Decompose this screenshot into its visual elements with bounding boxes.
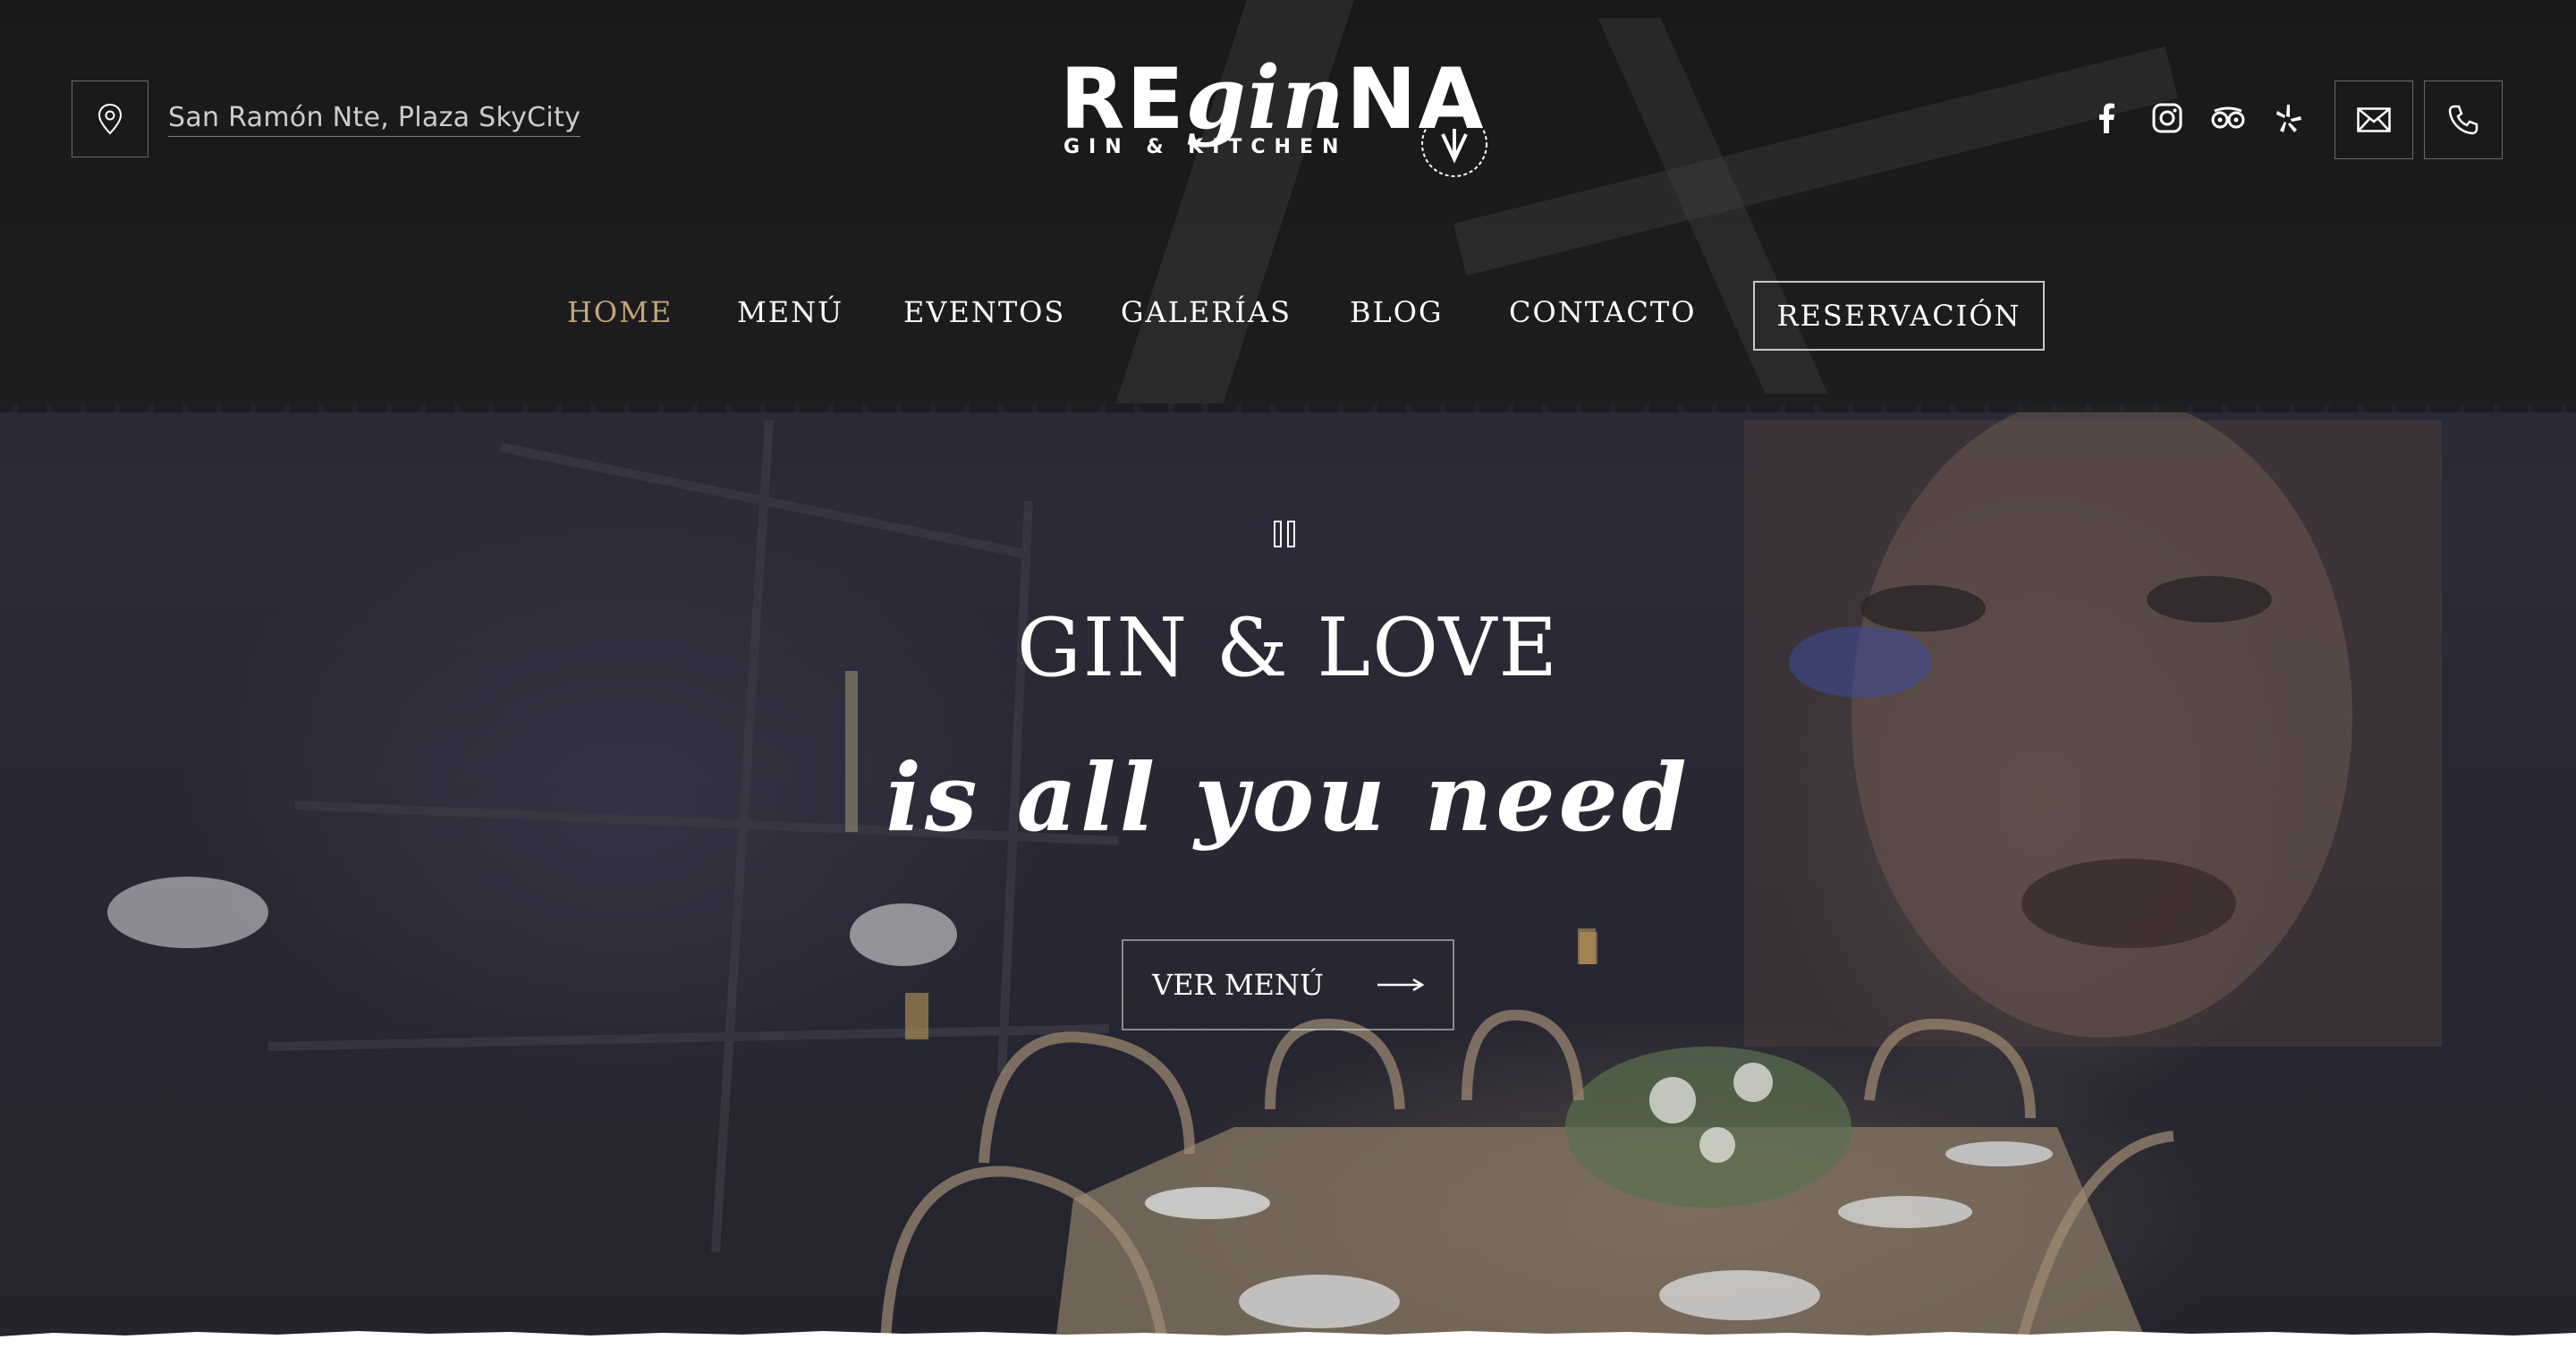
reservation-button[interactable]: RESERVACIÓN	[1753, 281, 2045, 351]
view-menu-button[interactable]: VER MENÚ	[1122, 939, 1454, 1030]
location-button[interactable]	[72, 81, 148, 157]
phone-button[interactable]	[2424, 81, 2503, 159]
nav-item-eventos[interactable]: EVENTOS	[903, 295, 1065, 329]
map-pin-icon	[97, 103, 123, 135]
nav-item-menu[interactable]: MENÚ	[737, 295, 843, 329]
nav-item-galerias[interactable]: GALERÍAS	[1121, 295, 1292, 329]
logo-seal-icon	[1421, 111, 1487, 177]
hero-title: GIN & LOVE	[1016, 601, 1560, 695]
hero-script-line: is all you need	[886, 742, 1690, 852]
nav-item-blog[interactable]: BLOG	[1350, 295, 1444, 329]
logo-tagline: GIN & KITCHEN	[1063, 136, 1348, 158]
arrow-right-icon	[1377, 978, 1424, 992]
mail-button[interactable]	[2334, 81, 2413, 159]
ceiling-decor	[1453, 46, 2179, 276]
nav-item-home[interactable]: HOME	[567, 295, 673, 329]
yelp-icon[interactable]	[2269, 98, 2309, 138]
pause-icon[interactable]	[1274, 521, 1295, 547]
view-menu-label: VER MENÚ	[1152, 968, 1324, 1002]
mail-icon	[2357, 107, 2391, 132]
nav-item-contacto[interactable]: CONTACTO	[1509, 295, 1696, 329]
phone-icon	[2448, 105, 2479, 135]
logo[interactable]: REginNA GIN & KITCHEN	[1060, 54, 1498, 188]
tripadvisor-icon[interactable]	[2208, 98, 2248, 138]
location-link[interactable]: San Ramón Nte, Plaza SkyCity	[168, 102, 581, 137]
torn-edge-divider	[0, 1331, 2576, 1365]
instagram-icon[interactable]	[2148, 98, 2187, 138]
facebook-icon[interactable]	[2087, 98, 2126, 138]
